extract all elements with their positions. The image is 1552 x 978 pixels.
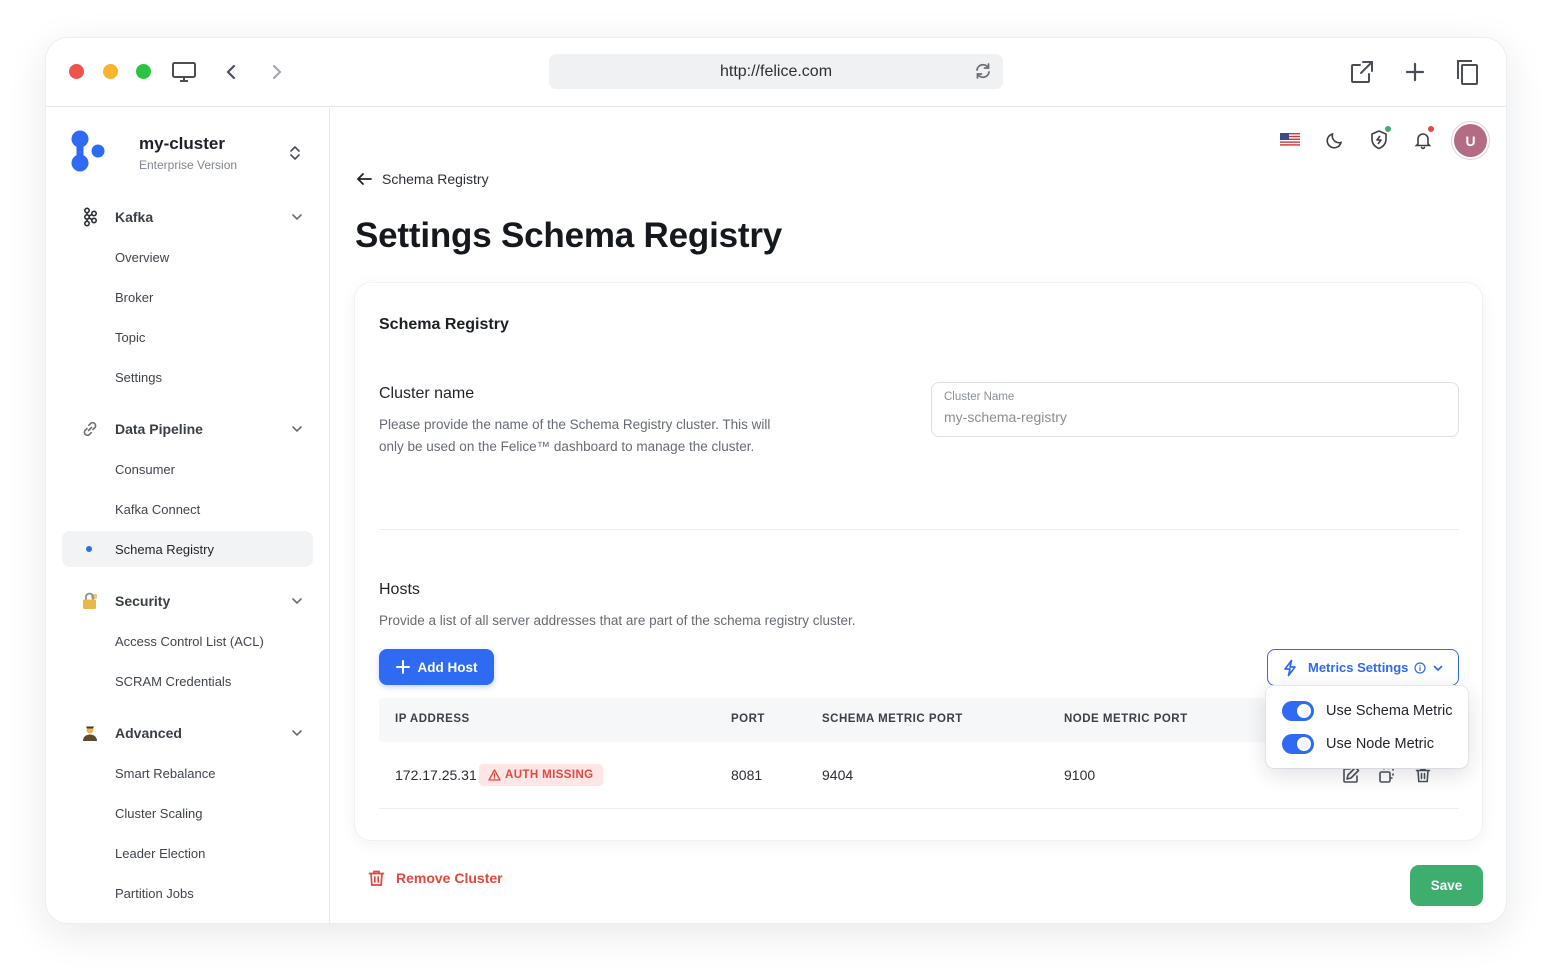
use-node-metric-toggle[interactable] — [1282, 734, 1314, 754]
close-window-button[interactable] — [69, 64, 84, 79]
monitor-icon[interactable] — [170, 58, 198, 86]
nav-group-advanced[interactable]: Advanced — [70, 718, 314, 748]
use-node-metric-option[interactable]: Use Node Metric — [1282, 734, 1434, 754]
add-host-button[interactable]: Add Host — [379, 649, 494, 685]
user-avatar[interactable]: U — [1454, 124, 1487, 157]
hosts-description: Provide a list of all server addresses t… — [379, 613, 856, 628]
warning-icon — [488, 769, 501, 781]
column-node-metric-port: NODE METRIC PORT — [1064, 713, 1188, 725]
remove-cluster-label: Remove Cluster — [396, 870, 503, 886]
advanced-user-icon — [76, 721, 104, 745]
back-to-schema-registry[interactable]: Schema Registry — [356, 171, 489, 187]
new-tab-icon[interactable] — [1401, 58, 1429, 86]
auth-missing-badge: AUTH MISSING — [479, 764, 603, 786]
sidebar-item-topic[interactable]: Topic — [62, 319, 313, 355]
arrow-left-icon — [356, 173, 372, 185]
notification-bell-icon[interactable] — [1408, 125, 1438, 155]
section-divider — [379, 529, 1459, 530]
lightning-icon — [1284, 659, 1296, 676]
active-indicator — [86, 546, 92, 552]
use-schema-metric-option[interactable]: Use Schema Metric — [1282, 701, 1453, 721]
pipeline-link-icon — [76, 417, 104, 441]
shield-status-dot — [1384, 125, 1392, 133]
card-title: Schema Registry — [379, 316, 509, 333]
chevron-up-down-icon — [288, 144, 302, 167]
minimize-window-button[interactable] — [103, 64, 118, 79]
host-port: 8081 — [731, 767, 763, 783]
sidebar-item-partition-jobs[interactable]: Partition Jobs — [62, 875, 313, 911]
back-arrow-icon[interactable] — [217, 58, 245, 86]
maximize-window-button[interactable] — [136, 64, 151, 79]
chevron-down-icon — [290, 594, 304, 613]
url-text: http://felice.com — [719, 62, 833, 80]
sidebar-item-smart-rebalance[interactable]: Smart Rebalance — [62, 755, 313, 791]
sidebar-item-cluster-scaling[interactable]: Cluster Scaling — [62, 795, 313, 831]
security-shield-icon[interactable] — [1364, 125, 1394, 155]
sidebar-item-consumer[interactable]: Consumer — [62, 451, 313, 487]
back-label: Schema Registry — [382, 171, 489, 187]
host-schema-metric-port: 9404 — [822, 767, 854, 783]
cluster-version: Enterprise Version — [139, 158, 238, 172]
column-schema-metric-port: SCHEMA METRIC PORT — [822, 713, 963, 725]
plus-icon — [395, 660, 410, 674]
host-node-metric-port: 9100 — [1064, 767, 1096, 783]
nav-group-label: Advanced — [115, 725, 182, 741]
dark-mode-moon-icon[interactable] — [1320, 125, 1350, 155]
nav-group-label: Security — [115, 593, 171, 609]
browser-window: http://felice.com my-cluster Enterprise … — [46, 38, 1506, 923]
url-bar[interactable]: http://felice.com — [549, 54, 1003, 89]
nav-group-security[interactable]: Security — [70, 586, 314, 616]
felice-logo — [71, 130, 105, 172]
sidebar-item-overview[interactable]: Overview — [62, 239, 313, 275]
use-node-metric-label: Use Node Metric — [1326, 736, 1434, 752]
cluster-name-field-label: Cluster Name — [944, 391, 1015, 403]
sidebar-item-kafka-connect[interactable]: Kafka Connect — [62, 491, 313, 527]
sidebar-item-settings[interactable]: Settings — [62, 359, 313, 395]
kafka-icon — [76, 205, 104, 229]
chevron-down-icon — [1434, 665, 1443, 671]
chevron-down-icon — [290, 422, 304, 441]
metrics-settings-label: Metrics Settings — [1308, 660, 1409, 675]
save-button[interactable]: Save — [1410, 865, 1483, 906]
sidebar-item-acl[interactable]: Access Control List (ACL) — [62, 623, 313, 659]
nav-group-label: Data Pipeline — [115, 421, 203, 437]
cluster-switcher[interactable]: my-cluster Enterprise Version — [70, 130, 310, 180]
column-port: PORT — [731, 713, 765, 725]
use-schema-metric-label: Use Schema Metric — [1326, 703, 1453, 719]
nav-group-kafka[interactable]: Kafka — [70, 202, 314, 232]
use-schema-metric-toggle[interactable] — [1282, 701, 1314, 721]
nav-group-data-pipeline[interactable]: Data Pipeline — [70, 414, 314, 444]
chevron-down-icon — [290, 210, 304, 229]
lock-icon — [76, 589, 104, 613]
host-ip: 172.17.25.31 — [395, 767, 477, 783]
chevron-down-icon — [290, 726, 304, 745]
notification-dot — [1427, 125, 1435, 133]
info-icon — [1414, 661, 1427, 674]
sidebar: my-cluster Enterprise Version Kafka Over… — [46, 108, 330, 923]
cluster-name-input[interactable] — [944, 409, 1444, 425]
column-ip-address: IP ADDRESS — [395, 713, 470, 725]
language-flag-icon[interactable] — [1275, 125, 1305, 155]
metrics-settings-menu: Use Schema Metric Use Node Metric — [1266, 686, 1468, 768]
cluster-name-description: Please provide the name of the Schema Re… — [379, 417, 771, 454]
nav-group-label: Kafka — [115, 209, 154, 225]
add-host-label: Add Host — [417, 659, 478, 675]
sidebar-item-scram-credentials[interactable]: SCRAM Credentials — [62, 663, 313, 699]
cluster-name-field[interactable]: Cluster Name — [931, 382, 1459, 437]
metrics-settings-button[interactable]: Metrics Settings — [1267, 649, 1459, 686]
sidebar-item-leader-election[interactable]: Leader Election — [62, 835, 313, 871]
share-icon[interactable] — [1348, 58, 1376, 86]
page-title: Settings Schema Registry — [355, 216, 783, 255]
reload-icon[interactable] — [973, 61, 993, 86]
cluster-name-heading: Cluster name — [379, 385, 475, 402]
sidebar-item-broker[interactable]: Broker — [62, 279, 313, 315]
sidebar-item-schema-registry[interactable]: Schema Registry — [62, 531, 313, 567]
cluster-name: my-cluster — [139, 134, 225, 153]
hosts-heading: Hosts — [379, 581, 420, 598]
forward-arrow-icon[interactable] — [263, 58, 291, 86]
tabs-overview-icon[interactable] — [1453, 58, 1481, 86]
trash-icon — [368, 870, 385, 886]
browser-toolbar: http://felice.com — [46, 38, 1506, 107]
remove-cluster-button[interactable]: Remove Cluster — [368, 869, 503, 887]
